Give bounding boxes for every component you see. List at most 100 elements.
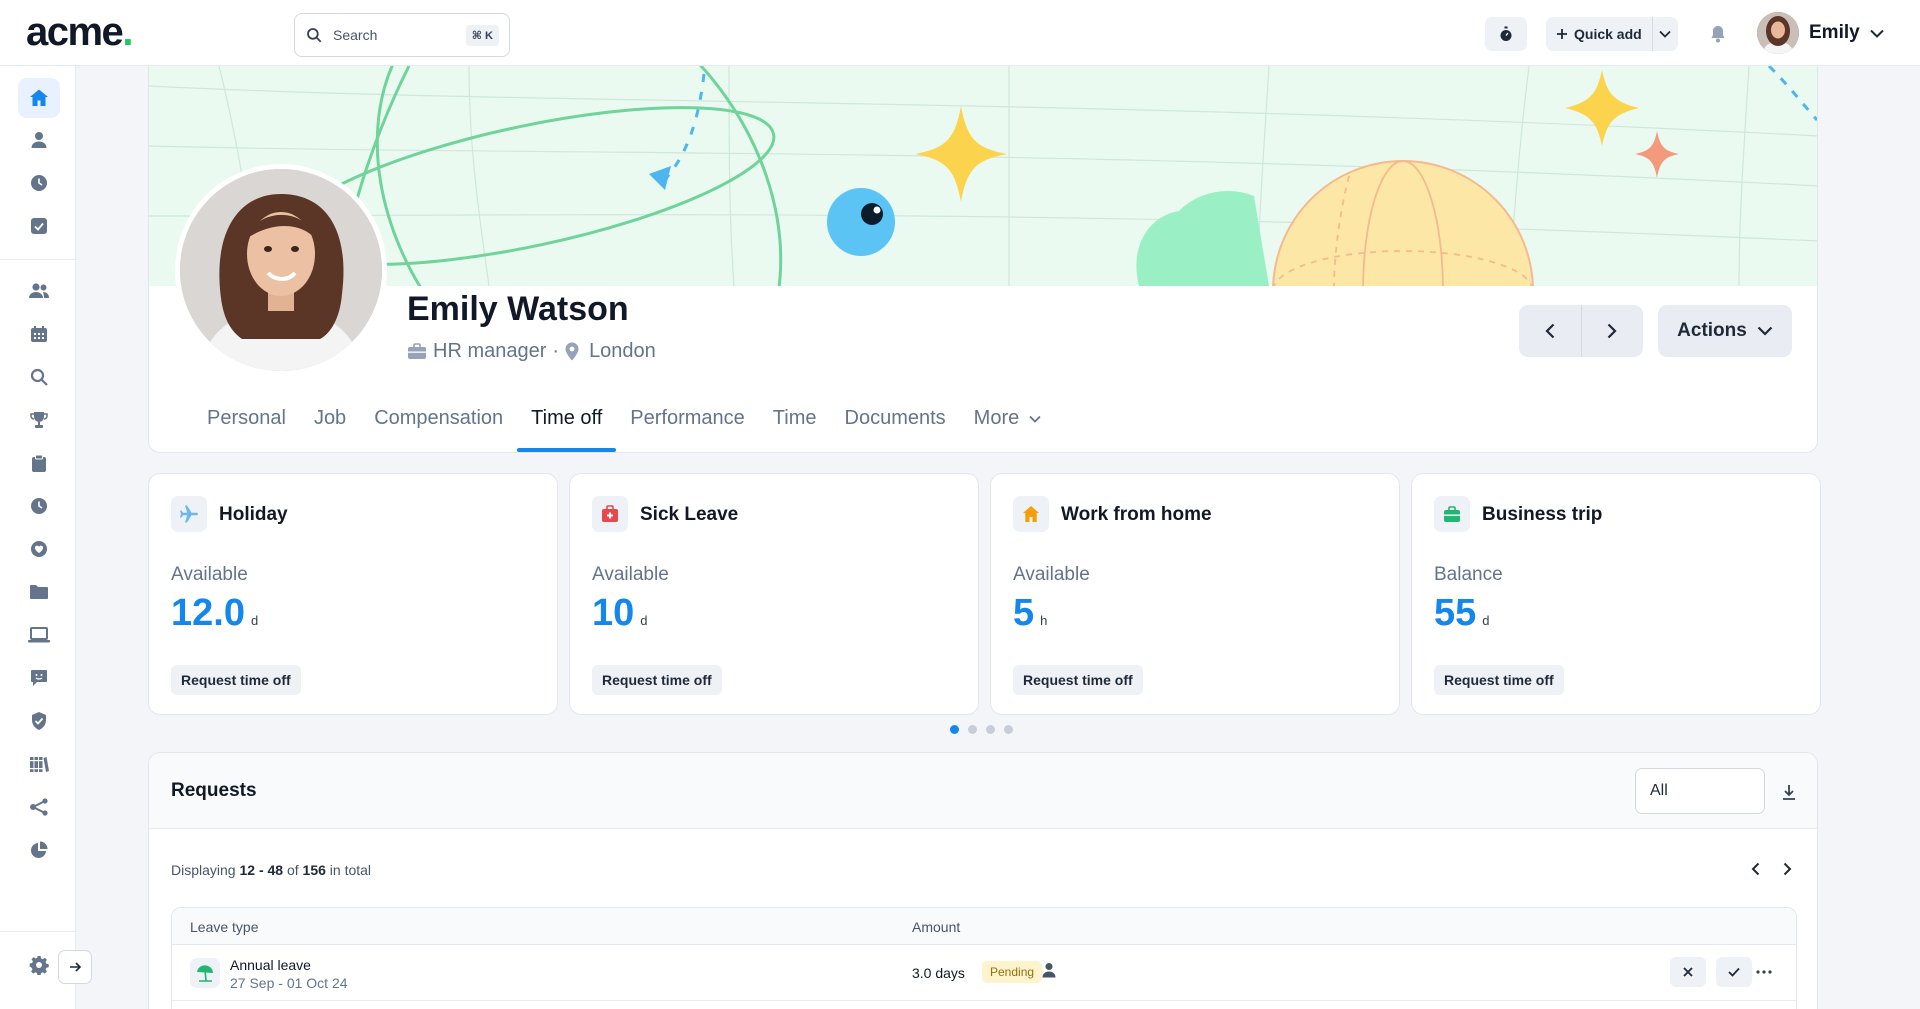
quick-add-dropdown[interactable] [1653, 17, 1678, 51]
beach-umbrella-icon [197, 965, 213, 982]
house-icon [1023, 506, 1039, 522]
tab-personal[interactable]: Personal [193, 406, 300, 452]
balance-icon [171, 496, 207, 532]
previous-profile-button[interactable] [1519, 305, 1582, 357]
notifications-button[interactable] [1706, 22, 1730, 46]
sidebar-item-workflows[interactable] [18, 787, 60, 827]
sidebar-item-documents[interactable] [18, 572, 60, 612]
leave-type-icon [190, 958, 220, 988]
tab-performance[interactable]: Performance [616, 406, 759, 452]
carousel-dot[interactable] [950, 725, 959, 734]
quick-add-label: Quick add [1574, 26, 1642, 42]
sidebar-item-calendar[interactable] [18, 314, 60, 354]
balance-icon [1013, 496, 1049, 532]
download-button[interactable] [1777, 780, 1801, 804]
tab-compensation[interactable]: Compensation [360, 406, 517, 452]
sidebar-item-library[interactable] [18, 744, 60, 784]
sidebar-item-onboarding[interactable] [18, 443, 60, 483]
requests-filter-select[interactable]: All [1635, 768, 1765, 814]
column-amount[interactable]: Amount [912, 919, 960, 935]
previous-page-button[interactable] [1745, 856, 1765, 882]
sidebar-item-feedback[interactable] [18, 658, 60, 698]
reject-button[interactable] [1670, 957, 1706, 987]
profile-navigation [1519, 305, 1643, 357]
chevron-down-icon [1029, 415, 1041, 423]
tab-job[interactable]: Job [300, 406, 360, 452]
tab-time[interactable]: Time [759, 406, 831, 452]
sidebar-item-devices[interactable] [18, 615, 60, 655]
balance-value: 12.0 d [171, 592, 259, 634]
sidebar-settings[interactable] [18, 945, 60, 985]
status-badge: Pending [982, 961, 1043, 983]
chevron-left-icon [1545, 323, 1555, 339]
balance-icon [1434, 496, 1470, 532]
home-icon [30, 89, 48, 106]
request-time-off-button[interactable]: Request time off [1013, 665, 1143, 695]
carousel-dots [950, 725, 1013, 734]
sidebar-item-wellbeing[interactable] [18, 529, 60, 569]
balance-label: Available [592, 564, 669, 585]
leave-amount: 3.0 days [912, 965, 965, 981]
search-box[interactable]: Search ⌘ K [294, 13, 510, 57]
sidebar-item-goals[interactable] [18, 400, 60, 440]
sidebar-item-attendance[interactable] [18, 486, 60, 526]
sidebar-item-tasks[interactable] [18, 206, 60, 246]
balance-value: 10 d [592, 592, 648, 634]
tab-more[interactable]: More [960, 406, 1056, 452]
carousel-dot[interactable] [986, 725, 995, 734]
request-time-off-button[interactable]: Request time off [592, 665, 722, 695]
profile-role: HR manager [433, 340, 547, 362]
user-menu[interactable]: Emily [1757, 12, 1884, 54]
sidebar [0, 66, 92, 1009]
sidebar-collapse-button[interactable] [58, 950, 92, 984]
timer-button[interactable] [1485, 17, 1527, 51]
request-time-off-button[interactable]: Request time off [171, 665, 301, 695]
next-page-button[interactable] [1777, 856, 1797, 882]
table-header: Leave type Amount [172, 908, 1796, 945]
balance-title: Holiday [219, 504, 288, 525]
quick-add-main[interactable]: Quick add [1546, 17, 1653, 51]
check-icon [1728, 967, 1740, 977]
request-time-off-button[interactable]: Request time off [1434, 665, 1564, 695]
profile-tabs: Personal Job Compensation Time off Perfo… [149, 406, 1817, 452]
checkbox-icon [31, 218, 47, 234]
tab-time-off[interactable]: Time off [517, 406, 617, 452]
balance-card-holiday: Holiday Available 12.0 d Request time off [148, 473, 558, 715]
sidebar-item-time[interactable] [18, 163, 60, 203]
chevron-right-icon [1783, 862, 1791, 876]
profile-meta: HR manager · London [407, 340, 656, 363]
chevron-down-icon [1757, 326, 1773, 336]
row-more-button[interactable] [1750, 961, 1778, 983]
balance-title: Work from home [1061, 504, 1212, 525]
approver-icon[interactable] [1042, 962, 1056, 983]
balance-label: Available [171, 564, 248, 585]
sidebar-item-people[interactable] [18, 271, 60, 311]
requests-table: Leave type Amount Annual leave 27 Sep - … [171, 907, 1797, 1009]
clock-icon [31, 175, 47, 191]
actions-button[interactable]: Actions [1658, 305, 1792, 357]
heart-icon [31, 541, 47, 557]
acme-logo[interactable]: acme. [26, 10, 133, 55]
sidebar-item-security[interactable] [18, 701, 60, 741]
profile-separator: · [552, 340, 560, 362]
sidebar-item-home[interactable] [18, 78, 60, 118]
arrow-right-icon [70, 962, 81, 972]
balance-card-sick-leave: Sick Leave Available 10 d Request time of… [569, 473, 979, 715]
sidebar-item-search[interactable] [18, 357, 60, 397]
next-profile-button[interactable] [1582, 305, 1644, 357]
sidebar-item-reports[interactable] [18, 830, 60, 870]
balance-label: Balance [1434, 564, 1503, 585]
requests-header: Requests All [149, 753, 1817, 829]
profile-name: Emily Watson [407, 290, 629, 328]
carousel-dot[interactable] [968, 725, 977, 734]
balance-value: 55 d [1434, 592, 1490, 634]
tab-documents[interactable]: Documents [831, 406, 960, 452]
clock-icon [31, 498, 47, 514]
sidebar-item-profile[interactable] [18, 120, 60, 160]
table-row[interactable]: Annual leave 27 Sep - 01 Oct 24 3.0 days… [172, 945, 1796, 1001]
column-leave-type[interactable]: Leave type [190, 919, 259, 935]
quick-add-button[interactable]: Quick add [1546, 17, 1678, 51]
approve-button[interactable] [1716, 957, 1752, 987]
carousel-dot[interactable] [1004, 725, 1013, 734]
search-icon [307, 28, 322, 43]
